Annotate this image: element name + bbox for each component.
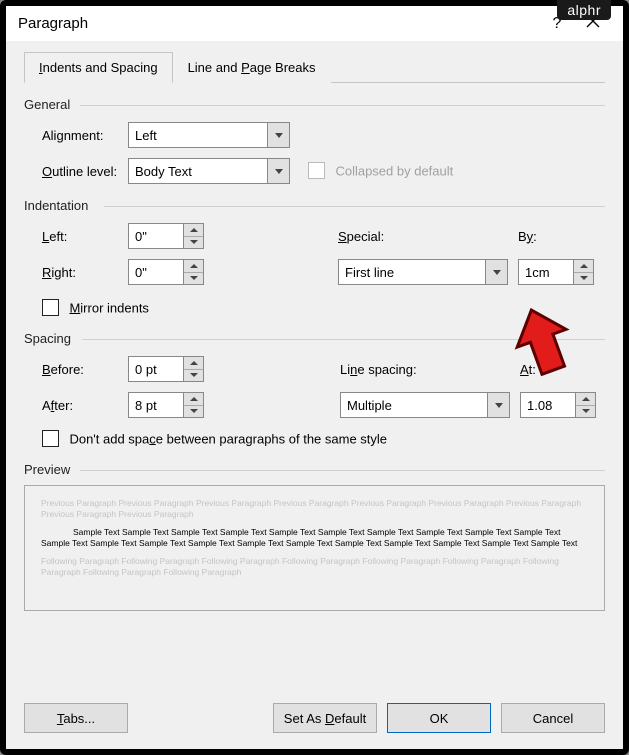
alignment-combo[interactable]: [128, 122, 290, 148]
spin-down-icon[interactable]: [576, 406, 595, 418]
by-spinner[interactable]: [518, 259, 605, 285]
cancel-button[interactable]: Cancel: [501, 703, 605, 733]
checkbox-icon: [308, 162, 325, 179]
special-dropdown-button[interactable]: [486, 259, 508, 285]
special-input[interactable]: [338, 259, 486, 285]
watermark: alphr: [557, 0, 611, 20]
outline-label: Outline level:: [24, 164, 128, 179]
section-indentation: Indentation Left: Special: By: Right:: [24, 198, 605, 317]
tabs-button[interactable]: Tabs...: [24, 703, 128, 733]
spin-up-icon[interactable]: [184, 357, 203, 370]
section-title-preview: Preview: [24, 462, 605, 477]
set-default-button[interactable]: Set As Default: [273, 703, 377, 733]
dialog-footer: Tabs... Set As Default OK Cancel: [6, 689, 623, 749]
checkbox-icon: [42, 430, 59, 447]
titlebar: Paragraph ?: [6, 6, 623, 41]
section-preview: Preview Previous Paragraph Previous Para…: [24, 462, 605, 611]
spin-down-icon[interactable]: [574, 273, 593, 285]
spin-down-icon[interactable]: [184, 237, 203, 249]
preview-box: Previous Paragraph Previous Paragraph Pr…: [24, 485, 605, 611]
spin-up-icon[interactable]: [184, 260, 203, 273]
indent-left-spinner[interactable]: [128, 223, 218, 249]
linespacing-input[interactable]: [340, 392, 488, 418]
at-input[interactable]: [520, 392, 576, 418]
tab-line-page-breaks[interactable]: Line and Page Breaks: [173, 52, 331, 83]
preview-sample-text: Sample Text Sample Text Sample Text Samp…: [41, 527, 588, 550]
linespacing-label: Line spacing:: [340, 362, 444, 377]
chevron-down-icon: [493, 270, 501, 275]
indent-right-spinner[interactable]: [128, 259, 218, 285]
spin-up-icon[interactable]: [574, 260, 593, 273]
section-title-general: General: [24, 97, 605, 112]
alignment-dropdown-button[interactable]: [268, 122, 290, 148]
ok-button[interactable]: OK: [387, 703, 491, 733]
spin-up-icon[interactable]: [184, 393, 203, 406]
spin-down-icon[interactable]: [184, 273, 203, 285]
preview-previous-text: Previous Paragraph Previous Paragraph Pr…: [41, 498, 588, 521]
indent-right-input[interactable]: [128, 259, 184, 285]
after-label: After:: [24, 398, 128, 413]
spin-up-icon[interactable]: [576, 393, 595, 406]
chevron-down-icon: [495, 403, 503, 408]
special-label: Special:: [338, 229, 518, 244]
by-label: By:: [518, 229, 605, 244]
section-title-spacing: Spacing: [24, 331, 605, 346]
tab-indents-spacing[interactable]: Indents and Spacing: [24, 52, 173, 83]
outline-input[interactable]: [128, 158, 268, 184]
section-general: General Alignment: Outline level:: [24, 97, 605, 184]
at-label: At:: [520, 362, 623, 377]
alignment-input[interactable]: [128, 122, 268, 148]
spin-up-icon[interactable]: [184, 224, 203, 237]
collapsed-checkbox: Collapsed by default: [308, 162, 453, 180]
indent-left-label: Left:: [24, 229, 128, 244]
chevron-down-icon: [275, 133, 283, 138]
checkbox-icon: [42, 299, 59, 316]
tab-strip: Indents and Spacing Line and Page Breaks: [24, 51, 605, 83]
before-spinner[interactable]: [128, 356, 218, 382]
dialog-title: Paragraph: [18, 15, 539, 32]
outline-dropdown-button[interactable]: [268, 158, 290, 184]
linespacing-dropdown-button[interactable]: [488, 392, 510, 418]
section-title-indentation: Indentation: [24, 198, 605, 213]
indent-right-label: Right:: [24, 265, 128, 280]
nospace-checkbox[interactable]: Don't add space between paragraphs of th…: [42, 430, 387, 448]
spin-down-icon[interactable]: [184, 370, 203, 382]
preview-following-text: Following Paragraph Following Paragraph …: [41, 556, 588, 579]
outline-combo[interactable]: [128, 158, 290, 184]
special-combo[interactable]: [338, 259, 508, 285]
paragraph-dialog: Paragraph ? Indents and Spacing Line and…: [6, 6, 623, 749]
before-label: Before:: [24, 362, 128, 377]
at-spinner[interactable]: [520, 392, 623, 418]
by-input[interactable]: [518, 259, 574, 285]
after-input[interactable]: [128, 392, 184, 418]
mirror-indents-checkbox[interactable]: Mirror indents: [42, 299, 149, 317]
indent-left-input[interactable]: [128, 223, 184, 249]
chevron-down-icon: [275, 169, 283, 174]
section-spacing: Spacing Before: Line spacing: At: After:: [24, 331, 605, 448]
alignment-label: Alignment:: [24, 128, 128, 143]
spin-down-icon[interactable]: [184, 406, 203, 418]
linespacing-combo[interactable]: [340, 392, 510, 418]
before-input[interactable]: [128, 356, 184, 382]
after-spinner[interactable]: [128, 392, 218, 418]
